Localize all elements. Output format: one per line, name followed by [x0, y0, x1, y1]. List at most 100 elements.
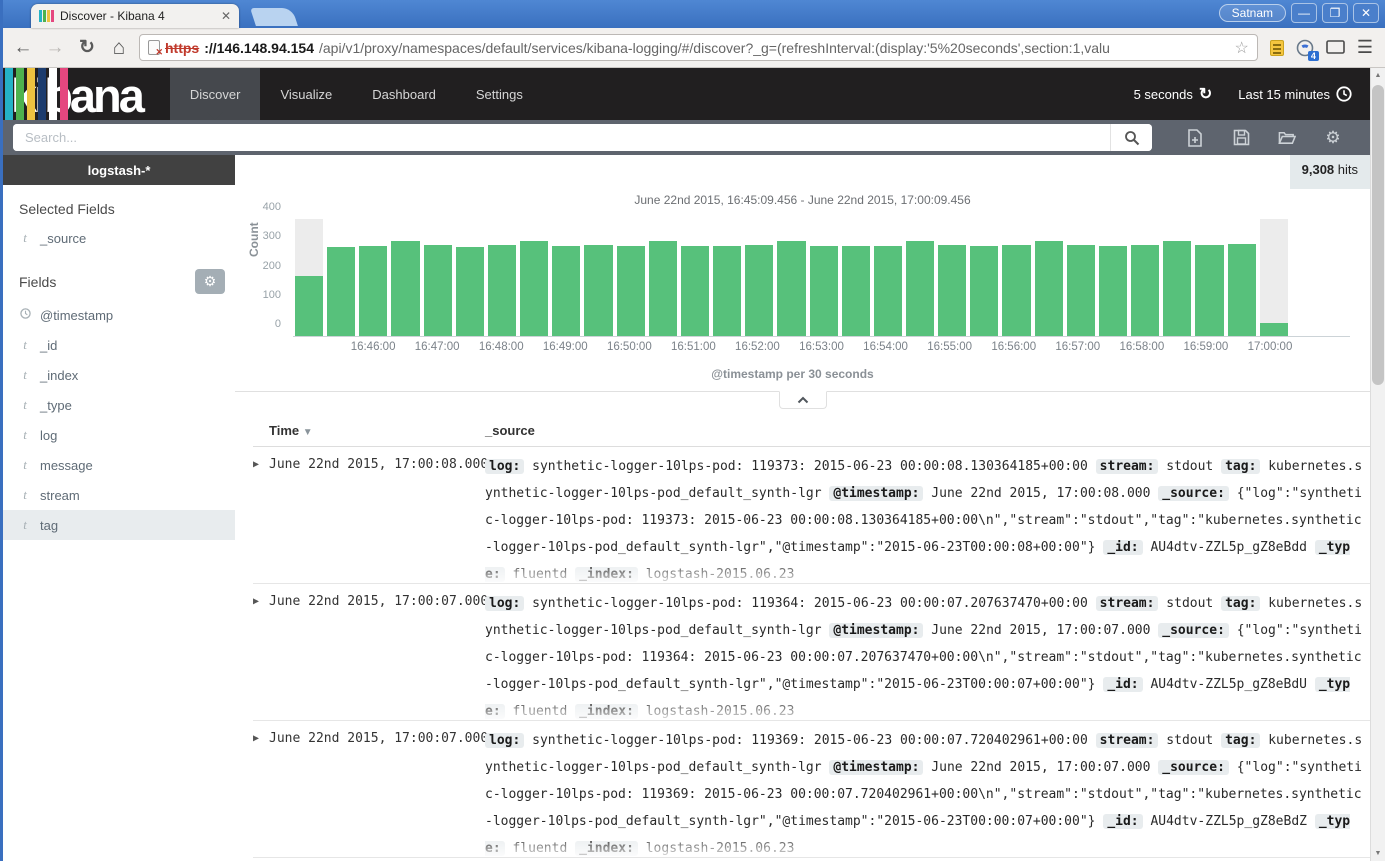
bookmark-star-icon[interactable]: ☆ — [1235, 38, 1249, 58]
histogram-bar[interactable] — [649, 219, 677, 336]
histogram-bar[interactable] — [745, 219, 773, 336]
sidebar-field-log[interactable]: tlog — [3, 420, 235, 450]
reload-button[interactable]: ↻ — [75, 36, 99, 59]
home-button[interactable]: ⌂ — [107, 36, 131, 60]
sidebar-field-timestamp[interactable]: @timestamp — [3, 300, 235, 330]
collapse-chart-button[interactable] — [779, 391, 827, 409]
tab-close-icon[interactable]: ✕ — [221, 9, 231, 23]
histogram-bar[interactable] — [1099, 219, 1127, 336]
histogram-bar[interactable] — [1163, 219, 1191, 336]
x-tick-label: 16:55:00 — [927, 341, 972, 353]
forward-button[interactable]: → — [43, 37, 67, 59]
sidebar-field-_source[interactable]: t_source — [3, 223, 235, 253]
field-name: message — [40, 458, 93, 473]
histogram-bar[interactable] — [874, 219, 902, 336]
field-settings-gear-icon[interactable]: ⚙ — [195, 269, 225, 294]
expand-row-icon[interactable]: ▶ — [253, 447, 269, 583]
histogram-bar[interactable] — [681, 219, 709, 336]
histogram-bar[interactable] — [938, 219, 966, 336]
cast-icon[interactable] — [1326, 40, 1345, 55]
bar-fill — [777, 241, 805, 336]
nav-tab-dashboard[interactable]: Dashboard — [352, 68, 456, 120]
sidebar-field-_id[interactable]: t_id — [3, 330, 235, 360]
x-tick-label: 16:58:00 — [1119, 341, 1164, 353]
settings-gear-icon[interactable]: ⚙ — [1324, 129, 1342, 147]
source-field-badge: stream: — [1096, 459, 1159, 474]
sidebar-field-tag[interactable]: ttag — [3, 510, 235, 540]
bar-fill — [584, 245, 612, 336]
source-field-badge: log: — [485, 459, 524, 474]
open-search-button[interactable] — [1278, 129, 1296, 147]
x-tick-label: 16:49:00 — [543, 341, 588, 353]
document-row: ▶June 22nd 2015, 17:00:07.000log: synthe… — [253, 584, 1370, 721]
histogram-bar[interactable] — [359, 219, 387, 336]
new-search-button[interactable] — [1186, 129, 1204, 147]
new-tab-button[interactable] — [250, 8, 298, 26]
histogram-bar[interactable] — [810, 219, 838, 336]
source-field-badge: _index: — [575, 704, 638, 719]
histogram-bar[interactable] — [713, 219, 741, 336]
histogram-bar[interactable] — [1002, 219, 1030, 336]
source-field-badge: stream: — [1096, 596, 1159, 611]
sidebar-field-message[interactable]: tmessage — [3, 450, 235, 480]
histogram-bar[interactable] — [842, 219, 870, 336]
histogram-bar[interactable] — [424, 219, 452, 336]
time-column-header[interactable]: Time ▼ — [253, 423, 485, 438]
extension-icon[interactable] — [1270, 40, 1284, 56]
call-extension-icon[interactable]: 4 — [1296, 39, 1314, 57]
index-pattern-selector[interactable]: logstash-* — [3, 155, 235, 185]
histogram-bar[interactable] — [520, 219, 548, 336]
page-scrollbar[interactable]: ▲ ▼ — [1370, 68, 1385, 861]
histogram-bar[interactable] — [906, 219, 934, 336]
histogram-bar[interactable] — [1035, 219, 1063, 336]
url-path: /api/v1/proxy/namespaces/default/service… — [319, 40, 1230, 56]
expand-row-icon[interactable]: ▶ — [253, 721, 269, 857]
partial-bucket-backdrop — [1260, 219, 1288, 336]
url-bar[interactable]: https ://146.148.94.154 /api/v1/proxy/na… — [139, 34, 1258, 61]
nav-tab-visualize[interactable]: Visualize — [260, 68, 352, 120]
minimize-button[interactable]: — — [1291, 3, 1317, 23]
histogram-bar[interactable] — [1228, 219, 1256, 336]
bar-fill — [617, 246, 645, 336]
nav-tab-discover[interactable]: Discover — [170, 68, 261, 120]
bar-fill — [1002, 245, 1030, 336]
maximize-button[interactable]: ❐ — [1322, 3, 1348, 23]
scrollbar-down-arrow[interactable]: ▼ — [1371, 846, 1385, 861]
histogram-bar[interactable] — [327, 219, 355, 336]
search-submit-button[interactable] — [1110, 124, 1152, 151]
sidebar-field-_type[interactable]: t_type — [3, 390, 235, 420]
histogram-bar[interactable] — [1067, 219, 1095, 336]
histogram-bar[interactable] — [552, 219, 580, 336]
source-field-badge: _source: — [1158, 486, 1229, 501]
histogram-bar[interactable] — [391, 219, 419, 336]
source-field-badge: _id: — [1103, 677, 1142, 692]
histogram-bar[interactable] — [1195, 219, 1223, 336]
back-button[interactable]: ← — [11, 37, 35, 59]
histogram-bar[interactable] — [1131, 219, 1159, 336]
expand-row-icon[interactable]: ▶ — [253, 584, 269, 720]
field-name: _type — [40, 398, 72, 413]
browser-tab[interactable]: Discover - Kibana 4 ✕ — [31, 4, 239, 28]
histogram-bar[interactable] — [970, 219, 998, 336]
save-search-button[interactable] — [1232, 129, 1250, 147]
histogram-bar[interactable] — [617, 219, 645, 336]
browser-menu-icon[interactable]: ☰ — [1357, 37, 1373, 58]
sidebar-field-_index[interactable]: t_index — [3, 360, 235, 390]
insecure-page-icon[interactable] — [148, 40, 160, 55]
histogram-bar[interactable] — [295, 219, 323, 336]
close-button[interactable]: ✕ — [1353, 3, 1379, 23]
kibana-header: kibana DiscoverVisualizeDashboardSetting… — [3, 68, 1370, 120]
selected-fields-heading: Selected Fields — [3, 185, 235, 223]
scrollbar-thumb[interactable] — [1372, 85, 1384, 385]
histogram-bar[interactable] — [1260, 219, 1288, 336]
source-field-badge: _index: — [575, 567, 638, 582]
nav-tab-settings[interactable]: Settings — [456, 68, 543, 120]
scrollbar-up-arrow[interactable]: ▲ — [1371, 68, 1385, 83]
histogram-bar[interactable] — [456, 219, 484, 336]
bar-fill — [745, 245, 773, 336]
histogram-bar[interactable] — [777, 219, 805, 336]
search-input[interactable] — [13, 124, 1110, 151]
sidebar-field-stream[interactable]: tstream — [3, 480, 235, 510]
histogram-bar[interactable] — [488, 219, 516, 336]
histogram-bar[interactable] — [584, 219, 612, 336]
